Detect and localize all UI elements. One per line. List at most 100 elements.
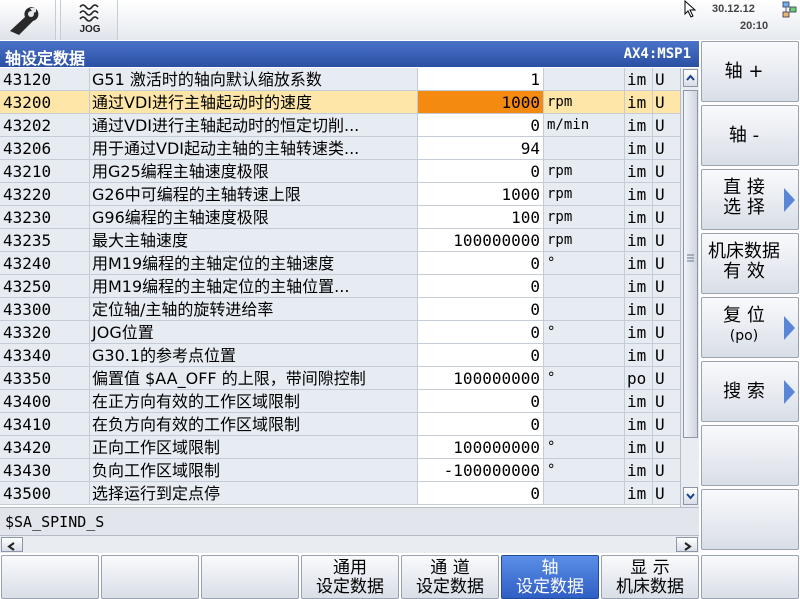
table-row[interactable]: 43320 JOG位置 0 ° im U <box>0 321 680 344</box>
param-value[interactable]: 94 <box>418 137 544 160</box>
table-row[interactable]: 43206 用于通过VDI起动主轴的主轴转速类... 94 im U <box>0 137 680 160</box>
param-value[interactable]: 1000 <box>418 183 544 206</box>
param-value[interactable]: 100000000 <box>418 367 544 390</box>
scroll-thumb[interactable] <box>683 90 698 438</box>
softkey-right-1[interactable]: 轴 + <box>701 41 799 102</box>
param-unit <box>544 298 625 321</box>
param-activation: im <box>625 275 653 298</box>
softkey-right-5[interactable]: 复 位 (po) <box>701 297 799 358</box>
param-unit: rpm <box>544 183 625 206</box>
softkey-label: 选 择 <box>723 197 765 218</box>
param-value[interactable]: 0 <box>418 344 544 367</box>
softkey-label: 搜 索 <box>723 381 765 402</box>
param-protection: U <box>653 229 680 252</box>
param-number: 43350 <box>0 367 90 390</box>
param-activation: im <box>625 252 653 275</box>
scroll-up-button[interactable] <box>683 69 698 87</box>
param-number: 43230 <box>0 206 90 229</box>
param-unit <box>544 137 625 160</box>
param-number: 43320 <box>0 321 90 344</box>
param-protection: U <box>653 252 680 275</box>
table-row[interactable]: 43240 用M19编程的主轴定位的主轴速度 0 ° im U <box>0 252 680 275</box>
table-row[interactable]: 43430 负向工作区域限制 -100000000 ° im U <box>0 459 680 482</box>
softkey-bottom-8[interactable] <box>701 555 799 599</box>
param-unit: rpm <box>544 206 625 229</box>
param-value[interactable]: 1000 <box>418 91 544 114</box>
table-row[interactable]: 43235 最大主轴速度 100000000 rpm im U <box>0 229 680 252</box>
param-value[interactable]: 0 <box>418 114 544 137</box>
scroll-right-button[interactable] <box>676 537 698 552</box>
param-value[interactable]: 1 <box>418 68 544 91</box>
table-row[interactable]: 43230 G96编程的主轴速度极限 100 rpm im U <box>0 206 680 229</box>
param-activation: im <box>625 68 653 91</box>
table-row[interactable]: 43220 G26中可编程的主轴转速上限 1000 rpm im U <box>0 183 680 206</box>
param-protection: U <box>653 206 680 229</box>
param-value[interactable]: 0 <box>418 298 544 321</box>
table-row-selected[interactable]: 43200 通过VDI进行主轴起动时的速度 1000 rpm im U <box>0 91 680 114</box>
param-value[interactable]: 0 <box>418 390 544 413</box>
param-value[interactable]: 100000000 <box>418 229 544 252</box>
param-number: 43430 <box>0 459 90 482</box>
softkey-label: 显 示 <box>630 558 670 578</box>
softkey-label: 设定数据 <box>316 577 384 597</box>
softkey-right-2[interactable]: 轴 - <box>701 105 799 166</box>
selected-parameter-name: $SA_SPIND_S <box>5 513 105 531</box>
param-unit <box>544 275 625 298</box>
table-row[interactable]: 43500 选择运行到定点停 0 im U <box>0 482 680 505</box>
softkey-right-4[interactable]: 机床数据有 效 <box>701 233 799 294</box>
param-description: 定位轴/主轴的旋转进给率 <box>90 298 418 321</box>
chevron-right-icon <box>684 542 692 551</box>
param-number: 43240 <box>0 252 90 275</box>
table-row[interactable]: 43202 通过VDI进行主轴起动时的恒定切削... 0 m/min im U <box>0 114 680 137</box>
param-protection: U <box>653 298 680 321</box>
table-row[interactable]: 43300 定位轴/主轴的旋转进给率 0 im U <box>0 298 680 321</box>
param-value[interactable]: 100 <box>418 206 544 229</box>
scroll-down-button[interactable] <box>683 487 698 505</box>
table-row[interactable]: 43340 G30.1的参考点位置 0 im U <box>0 344 680 367</box>
param-value[interactable]: 100000000 <box>418 436 544 459</box>
machine-area-button[interactable] <box>0 0 56 40</box>
softkey-bottom-1[interactable] <box>1 555 99 599</box>
softkey-label: 机床数据 <box>708 241 780 262</box>
param-value[interactable]: -100000000 <box>418 459 544 482</box>
table-row[interactable]: 43250 用M19编程的主轴定位的主轴位置... 0 im U <box>0 275 680 298</box>
softkey-bottom-4[interactable]: 通用 设定数据 <box>301 555 399 599</box>
jog-mode-button[interactable]: JOG <box>60 0 118 40</box>
param-value[interactable]: 0 <box>418 321 544 344</box>
softkey-bottom-7[interactable]: 显 示机床数据 <box>601 555 699 599</box>
param-description: 通过VDI进行主轴起动时的速度 <box>90 91 418 114</box>
table-row[interactable]: 43210 用G25编程主轴速度极限 0 rpm im U <box>0 160 680 183</box>
softkey-right-6[interactable]: 搜 索 <box>701 361 799 422</box>
param-value[interactable]: 0 <box>418 160 544 183</box>
network-status-icon <box>782 1 797 18</box>
date-display: 30.12.12 <box>712 3 755 15</box>
softkey-right-8[interactable] <box>701 489 799 550</box>
table-row[interactable]: 43120 G51 激活时的轴向默认缩放系数 1 im U <box>0 68 680 91</box>
param-unit: rpm <box>544 229 625 252</box>
vertical-scrollbar[interactable] <box>680 68 699 507</box>
table-row[interactable]: 43410 在负方向有效的工作区域限制 0 im U <box>0 413 680 436</box>
softkey-right-7[interactable] <box>701 425 799 486</box>
scroll-left-button[interactable] <box>1 537 23 552</box>
param-number: 43200 <box>0 91 90 114</box>
softkey-label: 通用 <box>333 558 367 578</box>
param-value[interactable]: 0 <box>418 482 544 505</box>
param-value[interactable]: 0 <box>418 275 544 298</box>
softkey-label: 机床数据 <box>616 577 684 597</box>
param-value[interactable]: 0 <box>418 252 544 275</box>
table-row[interactable]: 43420 正向工作区域限制 100000000 ° im U <box>0 436 680 459</box>
table-row[interactable]: 43350 偏置值 $AA_OFF 的上限，带间隙控制 100000000 ° po U <box>0 367 680 390</box>
softkey-bottom-2[interactable] <box>101 555 199 599</box>
param-description: G96编程的主轴速度极限 <box>90 206 418 229</box>
table-row[interactable]: 43400 在正方向有效的工作区域限制 0 im U <box>0 390 680 413</box>
param-protection: U <box>653 321 680 344</box>
horizontal-scrollbar[interactable] <box>0 535 699 553</box>
param-value[interactable]: 0 <box>418 413 544 436</box>
chevron-up-icon <box>686 74 695 81</box>
softkey-bottom-6[interactable]: 轴设定数据 <box>501 555 599 599</box>
softkey-bottom-5[interactable]: 通 道设定数据 <box>401 555 499 599</box>
param-number: 43220 <box>0 183 90 206</box>
softkey-bottom-3[interactable] <box>201 555 299 599</box>
softkey-right-3[interactable]: 直 接选 择 <box>701 169 799 230</box>
softkey-label: 轴 - <box>728 125 760 146</box>
